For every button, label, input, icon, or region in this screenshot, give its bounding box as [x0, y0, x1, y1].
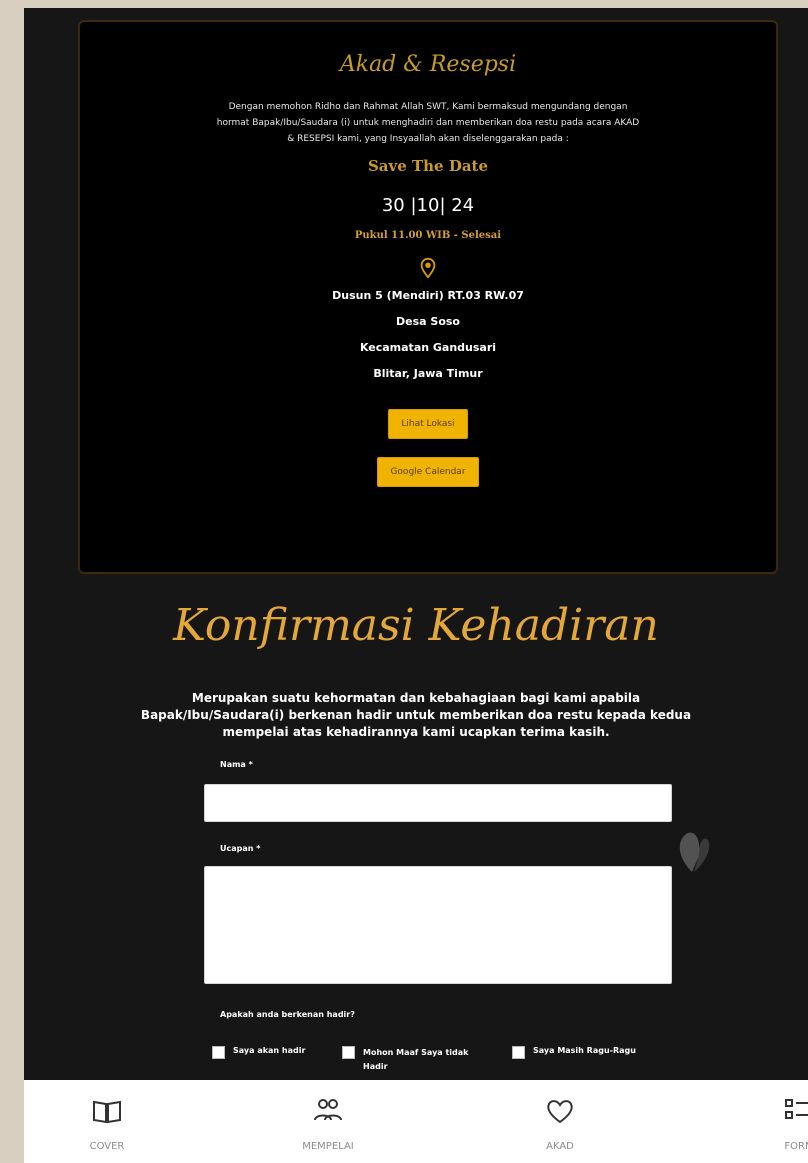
event-date: 30 |10| 24 — [381, 195, 475, 216]
event-time: Pukul 11.00 WIB - Selesai — [354, 230, 502, 241]
checkbox-attend[interactable] — [212, 1046, 225, 1059]
invitation-page: Akad & Resepsi Dengan memohon Ridho dan … — [24, 8, 808, 1080]
attendance-options: Saya akan hadir Mohon Maaf Saya tidak Ha… — [212, 1046, 692, 1080]
name-label: Nama * — [220, 760, 253, 769]
heart-icon — [543, 1094, 577, 1128]
akad-title: Akad & Resepsi — [339, 52, 517, 77]
message-textarea[interactable] — [204, 866, 672, 984]
akad-resepsi-card: Akad & Resepsi Dengan memohon Ridho dan … — [78, 20, 778, 574]
attendance-question: Apakah anda berkenan hadir? — [220, 1010, 355, 1019]
nav-akad-label: AKAD — [546, 1141, 574, 1152]
option-attend-label: Saya akan hadir — [233, 1046, 306, 1055]
nav-akad[interactable]: AKAD — [505, 1080, 615, 1163]
bottom-navigation: COVER MEMPELAI AKAD FOR — [24, 1080, 808, 1163]
address-line-2: Desa Soso — [396, 315, 460, 328]
butterfly-decoration-icon — [668, 828, 714, 880]
checklist-icon — [782, 1094, 808, 1128]
nav-mempelai-label: MEMPELAI — [302, 1141, 354, 1152]
message-label: Ucapan * — [220, 844, 261, 853]
address-line-1: Dusun 5 (Mendiri) RT.03 RW.07 — [332, 289, 524, 302]
nav-form-label: FORM — [784, 1141, 808, 1152]
nav-mempelai[interactable]: MEMPELAI — [273, 1080, 383, 1163]
option-attend[interactable]: Saya akan hadir — [212, 1046, 305, 1059]
google-calendar-button[interactable]: Google Calendar — [377, 457, 479, 487]
name-input[interactable] — [204, 784, 672, 822]
nav-form[interactable]: FORM — [744, 1080, 808, 1163]
option-not-attend[interactable]: Mohon Maaf Saya tidak Hadir — [342, 1046, 502, 1074]
save-the-date: Save The Date — [367, 157, 489, 175]
option-unsure[interactable]: Saya Masih Ragu-Ragu — [512, 1046, 636, 1059]
nav-cover[interactable]: COVER — [52, 1080, 162, 1163]
option-not-attend-label: Mohon Maaf Saya tidak Hadir — [363, 1048, 469, 1071]
view-location-button[interactable]: Lihat Lokasi — [388, 409, 468, 439]
nav-cover-label: COVER — [89, 1141, 125, 1152]
location-pin-icon — [417, 257, 439, 279]
people-icon — [311, 1094, 345, 1128]
akad-intro-text: Dengan memohon Ridho dan Rahmat Allah SW… — [216, 102, 640, 144]
address-line-3: Kecamatan Gandusari — [359, 341, 497, 354]
rsvp-title: Konfirmasi Kehadiran — [173, 600, 659, 651]
checkbox-unsure[interactable] — [512, 1046, 525, 1059]
address-line-4: Blitar, Jawa Timur — [373, 367, 483, 380]
option-unsure-label: Saya Masih Ragu-Ragu — [533, 1046, 636, 1055]
rsvp-description: Merupakan suatu kehormatan dan kebahagia… — [140, 691, 692, 739]
book-icon — [90, 1094, 124, 1128]
checkbox-not-attend[interactable] — [342, 1046, 355, 1059]
